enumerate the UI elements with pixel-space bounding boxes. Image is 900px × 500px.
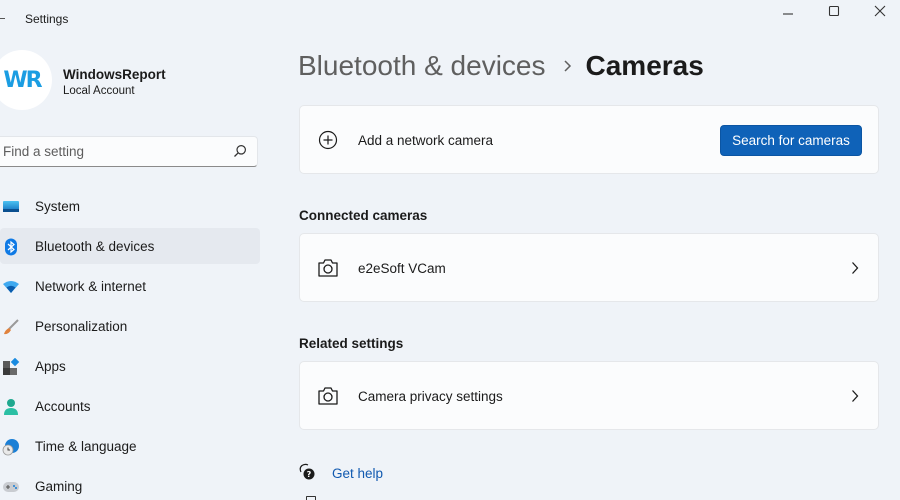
- close-button[interactable]: [857, 0, 900, 22]
- camera-privacy-settings-item[interactable]: Camera privacy settings: [299, 361, 879, 430]
- chevron-right-icon: [562, 59, 572, 73]
- maximize-icon: [828, 5, 840, 17]
- chevron-right-icon: [852, 262, 859, 274]
- sidebar-item-network-internet[interactable]: Network & internet: [0, 268, 260, 304]
- avatar-initials: WR: [3, 67, 42, 93]
- sidebar-item-accounts[interactable]: Accounts: [0, 388, 260, 424]
- title-bar: Settings: [0, 0, 900, 36]
- system-icon: [2, 198, 20, 216]
- page-title: Cameras: [585, 50, 704, 81]
- camera-icon: [317, 385, 339, 407]
- app-title: Settings: [25, 12, 69, 26]
- breadcrumb: Bluetooth & devices Cameras: [298, 50, 704, 82]
- apps-icon: [2, 358, 20, 376]
- sidebar-item-label: Bluetooth & devices: [35, 238, 155, 254]
- globe-clock-icon: [2, 438, 20, 456]
- minimize-icon: [783, 13, 793, 15]
- camera-list-item[interactable]: e2eSoft VCam: [299, 233, 879, 302]
- camera-icon: [317, 257, 339, 279]
- close-icon: [874, 5, 886, 17]
- connected-cameras-heading: Connected cameras: [299, 208, 428, 223]
- sidebar-item-time-language[interactable]: Time & language: [0, 428, 260, 464]
- back-button[interactable]: [0, 18, 5, 19]
- add-circle-icon: [317, 129, 339, 151]
- sidebar-item-label: Personalization: [35, 318, 128, 334]
- gamepad-icon: [2, 478, 20, 496]
- camera-privacy-settings-label: Camera privacy settings: [358, 389, 503, 404]
- related-settings-heading: Related settings: [299, 336, 404, 351]
- search-input[interactable]: [3, 137, 223, 166]
- sidebar-item-label: System: [35, 198, 81, 214]
- minimize-button[interactable]: [765, 0, 811, 22]
- person-icon: [2, 398, 20, 416]
- chevron-right-icon: [852, 390, 859, 402]
- svg-text:?: ?: [307, 470, 312, 479]
- get-help-label[interactable]: Get help: [332, 466, 383, 481]
- sidebar-item-label: Gaming: [35, 478, 83, 494]
- search-for-cameras-button[interactable]: Search for cameras: [720, 125, 862, 156]
- sidebar-item-label: Apps: [35, 358, 66, 374]
- sidebar-item-apps[interactable]: Apps: [0, 348, 260, 384]
- sidebar-item-gaming[interactable]: Gaming: [0, 468, 260, 500]
- get-help-link[interactable]: ? Get help: [298, 463, 383, 481]
- sidebar-item-personalization[interactable]: Personalization: [0, 308, 260, 344]
- add-network-camera-card: Add a network camera Search for cameras: [299, 105, 879, 174]
- sidebar-item-label: Accounts: [35, 398, 91, 414]
- avatar[interactable]: WR: [0, 50, 52, 110]
- sidebar-item-bluetooth-devices[interactable]: Bluetooth & devices: [0, 228, 260, 264]
- sidebar-item-system[interactable]: System: [0, 188, 260, 224]
- breadcrumb-parent[interactable]: Bluetooth & devices: [298, 50, 546, 82]
- account-type: Local Account: [63, 85, 135, 97]
- sidebar-nav: System Bluetooth & devices Network & int…: [0, 188, 260, 500]
- camera-name: e2eSoft VCam: [358, 261, 446, 276]
- search-icon[interactable]: [233, 144, 247, 158]
- sidebar-item-label: Network & internet: [35, 278, 147, 294]
- sidebar-item-label: Time & language: [35, 438, 137, 454]
- maximize-button[interactable]: [811, 0, 857, 22]
- brush-icon: [2, 318, 20, 336]
- add-network-camera-label: Add a network camera: [358, 133, 494, 148]
- wifi-icon: [2, 278, 20, 296]
- search-box[interactable]: [0, 136, 258, 167]
- help-chat-icon: ?: [299, 463, 315, 480]
- profile-name: WindowsReport: [63, 67, 166, 82]
- bluetooth-icon: [2, 238, 20, 256]
- feedback-icon[interactable]: [306, 496, 316, 500]
